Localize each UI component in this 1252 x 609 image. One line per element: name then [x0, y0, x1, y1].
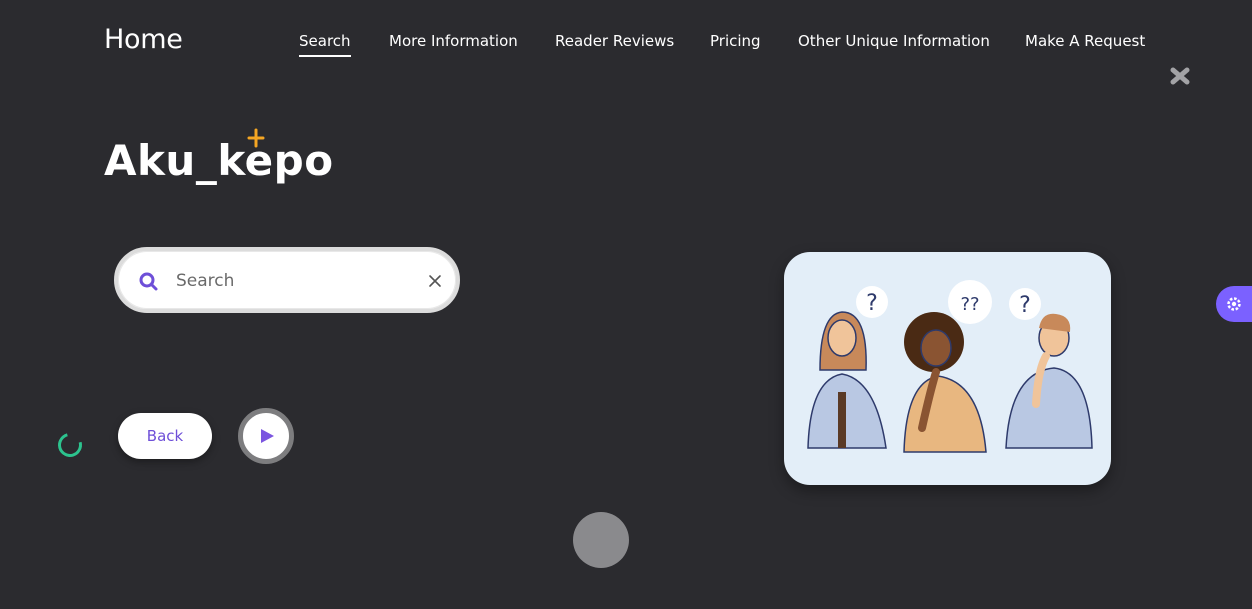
svg-text:?: ?: [1019, 293, 1031, 318]
play-icon: [261, 429, 274, 443]
nav-other-unique-information[interactable]: Other Unique Information: [798, 32, 990, 50]
search-box: [114, 247, 460, 313]
top-nav: Search More Information Reader Reviews P…: [299, 32, 1252, 62]
search-icon: [139, 272, 158, 291]
nav-pricing[interactable]: Pricing: [710, 32, 761, 50]
floating-circle-button[interactable]: [573, 512, 629, 568]
nav-search[interactable]: Search: [299, 32, 351, 57]
play-button[interactable]: [238, 408, 294, 464]
brand-home-link[interactable]: Home: [104, 24, 183, 55]
nav-make-a-request[interactable]: Make A Request: [1025, 32, 1145, 50]
page-title: Aku_kepo: [104, 136, 334, 185]
thinking-people-illustration: ? ?? ?: [784, 252, 1111, 485]
close-x-icon: [1170, 67, 1190, 85]
svg-text:??: ??: [960, 294, 979, 315]
svg-text:?: ?: [866, 291, 878, 316]
clear-icon[interactable]: [428, 274, 442, 288]
search-input[interactable]: [174, 265, 408, 297]
gear-icon: [1227, 297, 1241, 311]
settings-tab[interactable]: [1216, 286, 1252, 322]
nav-reader-reviews[interactable]: Reader Reviews: [555, 32, 674, 50]
back-button[interactable]: Back: [118, 413, 212, 459]
nav-more-information[interactable]: More Information: [389, 32, 518, 50]
loading-spinner: [53, 428, 87, 462]
